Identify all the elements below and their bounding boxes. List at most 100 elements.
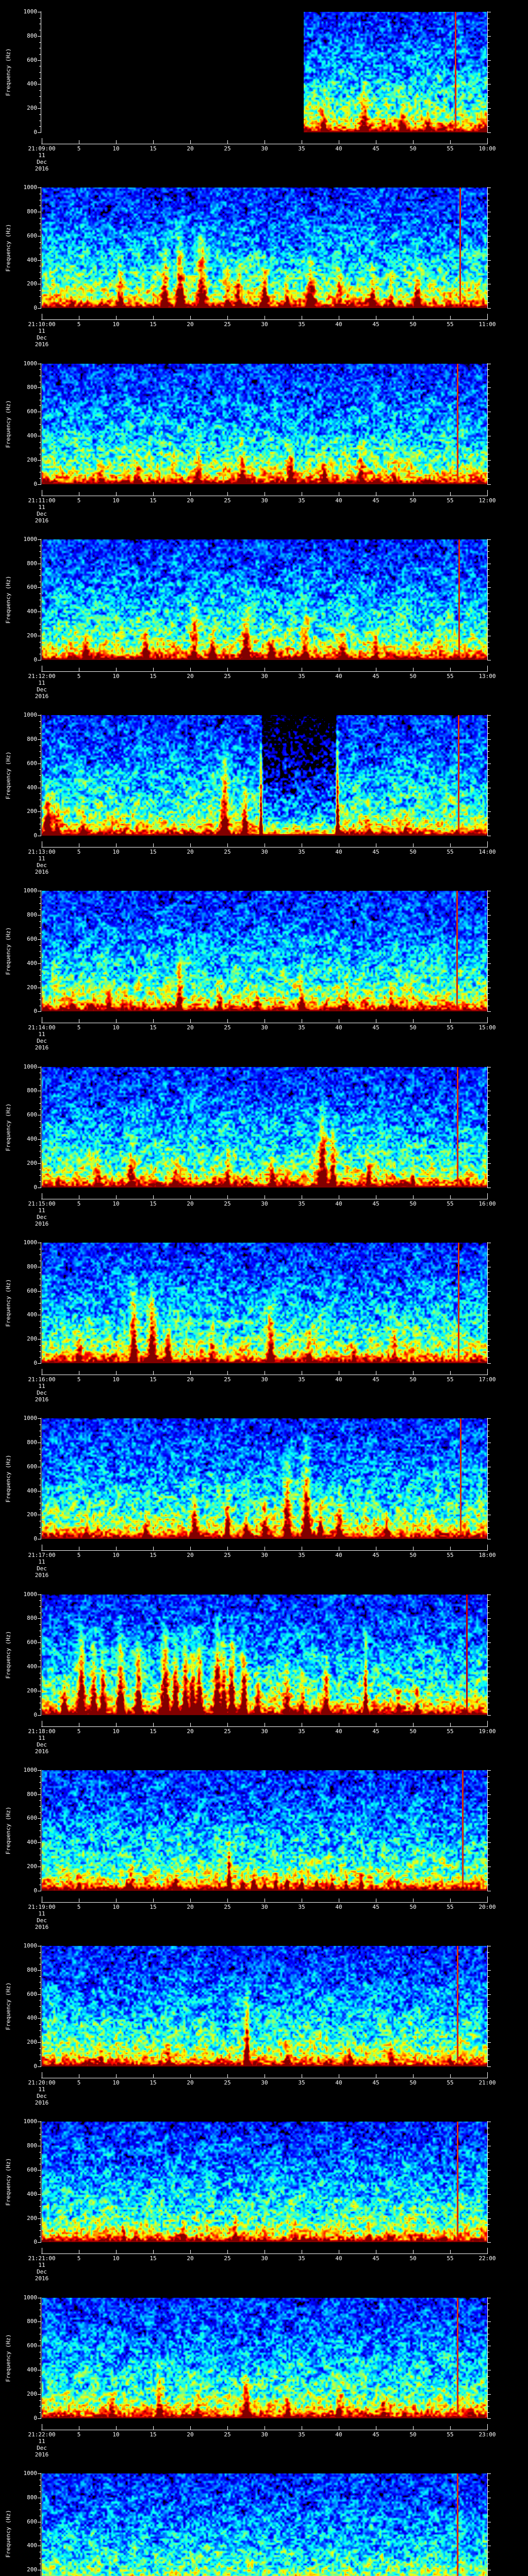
y-tick-label: 400 [27, 432, 37, 439]
y-axis-title: Frequency (Hz) [5, 2334, 12, 2382]
y-tick [488, 2412, 489, 2413]
time-tick-label: 45 [372, 2255, 380, 2262]
y-tick [39, 1624, 41, 1625]
time-tick [413, 1898, 414, 1902]
y-tick [39, 54, 41, 55]
date-line: Dec [37, 159, 47, 165]
y-tick [488, 757, 489, 758]
y-tick-label: 200 [27, 808, 37, 815]
spectrogram-canvas [42, 1770, 487, 1891]
y-tick [488, 945, 489, 946]
y-tick [38, 2418, 41, 2419]
time-tick [413, 2250, 414, 2254]
y-axis-title: Frequency (Hz) [5, 1631, 12, 1679]
time-end-tick [487, 1193, 488, 1199]
y-tick-label: 200 [27, 456, 37, 463]
date-line: 11 [38, 2086, 45, 2093]
date-line: 11 [38, 1558, 45, 1566]
time-tick-label: 25 [224, 672, 231, 680]
time-tick-label: 45 [372, 2431, 380, 2438]
y-tick-label: 800 [27, 2494, 37, 2501]
y-tick-label: 400 [27, 1136, 37, 1143]
y-tick [488, 1145, 489, 1146]
y-tick [38, 1970, 41, 1971]
time-tick [153, 1898, 154, 1902]
y-tick [38, 2170, 41, 2171]
time-tick [153, 316, 154, 320]
time-tick-label: 20 [187, 849, 194, 856]
time-tick-label: 30 [261, 672, 268, 680]
y-tick [488, 1660, 489, 1662]
spectrogram-canvas [42, 12, 487, 132]
y-tick-label: 600 [27, 1287, 37, 1294]
y-tick [39, 727, 41, 728]
time-tick-label: 5 [77, 2079, 81, 2087]
y-tick [488, 2194, 491, 2195]
y-tick-label: 200 [27, 2214, 37, 2222]
time-axis-line [41, 319, 488, 320]
y-tick [38, 260, 41, 261]
y-tick [488, 921, 489, 922]
spectrogram-canvas [42, 1066, 487, 1188]
y-tick-label: 0 [34, 129, 37, 135]
time-tick [190, 1898, 191, 1902]
y-tick [488, 1418, 491, 1419]
time-tick-label: 40 [335, 1727, 342, 1735]
y-tick [488, 423, 489, 425]
y-tick [39, 733, 41, 734]
y-tick-label: 600 [27, 759, 37, 767]
y-tick [39, 1824, 41, 1825]
y-tick [38, 484, 41, 485]
time-tick-label: 30 [261, 1903, 268, 1910]
y-tick-label: 400 [27, 1311, 37, 1318]
time-tick-label: 45 [372, 145, 380, 152]
time-tick-label: 10 [112, 145, 120, 152]
time-tick-label: 40 [335, 145, 342, 152]
time-tick-label: 10 [112, 497, 120, 504]
y-tick [488, 1157, 489, 1158]
y-tick [488, 296, 489, 297]
y-tick-label: 800 [27, 911, 37, 919]
y-tick [488, 2321, 491, 2323]
date-line: 11 [38, 1734, 45, 1741]
time-tick-label: 40 [335, 1552, 342, 1559]
y-tick [39, 933, 41, 934]
y-tick [488, 2048, 489, 2049]
time-tick [227, 1898, 228, 1902]
y-tick-label: 600 [27, 2342, 37, 2349]
date-line: Dec [37, 686, 47, 693]
y-tick [488, 1824, 489, 1825]
time-tick [116, 492, 117, 496]
y-tick [488, 999, 489, 1000]
y-tick [38, 308, 41, 309]
y-tick-label: 1000 [23, 535, 38, 543]
time-tick [413, 140, 414, 144]
y-tick [39, 2303, 41, 2304]
end-time-label: 20:00 [478, 1903, 496, 1910]
y-tick [488, 2230, 489, 2231]
time-tick-label: 5 [77, 2431, 81, 2438]
time-tick-label: 25 [224, 1552, 231, 1559]
y-tick [39, 1860, 41, 1861]
spectrogram-canvas [42, 539, 487, 660]
y-tick [39, 442, 41, 443]
y-tick [488, 2042, 491, 2043]
y-tick [488, 733, 489, 734]
y-tick [39, 793, 41, 794]
time-end-tick [487, 1368, 488, 1375]
y-tick [39, 296, 41, 297]
start-time-label: 21:20:00 [28, 2079, 56, 2087]
y-tick [488, 1103, 489, 1104]
spectrogram-panel: Frequency (Hz) 0 200 400 600 800 1000 5 10 15 20… [0, 2110, 528, 2286]
y-tick [488, 2030, 489, 2031]
y-tick [39, 42, 41, 43]
y-tick [488, 2376, 489, 2377]
y-tick [38, 1011, 41, 1012]
time-tick [116, 2250, 117, 2254]
y-tick [39, 903, 41, 904]
y-tick [38, 108, 41, 109]
y-tick [38, 1339, 41, 1340]
spectrogram-panel: Frequency (Hz) 0 200 400 600 800 1000 5 10 15 20… [0, 0, 528, 176]
time-tick [413, 1019, 414, 1023]
time-tick [153, 2250, 154, 2254]
